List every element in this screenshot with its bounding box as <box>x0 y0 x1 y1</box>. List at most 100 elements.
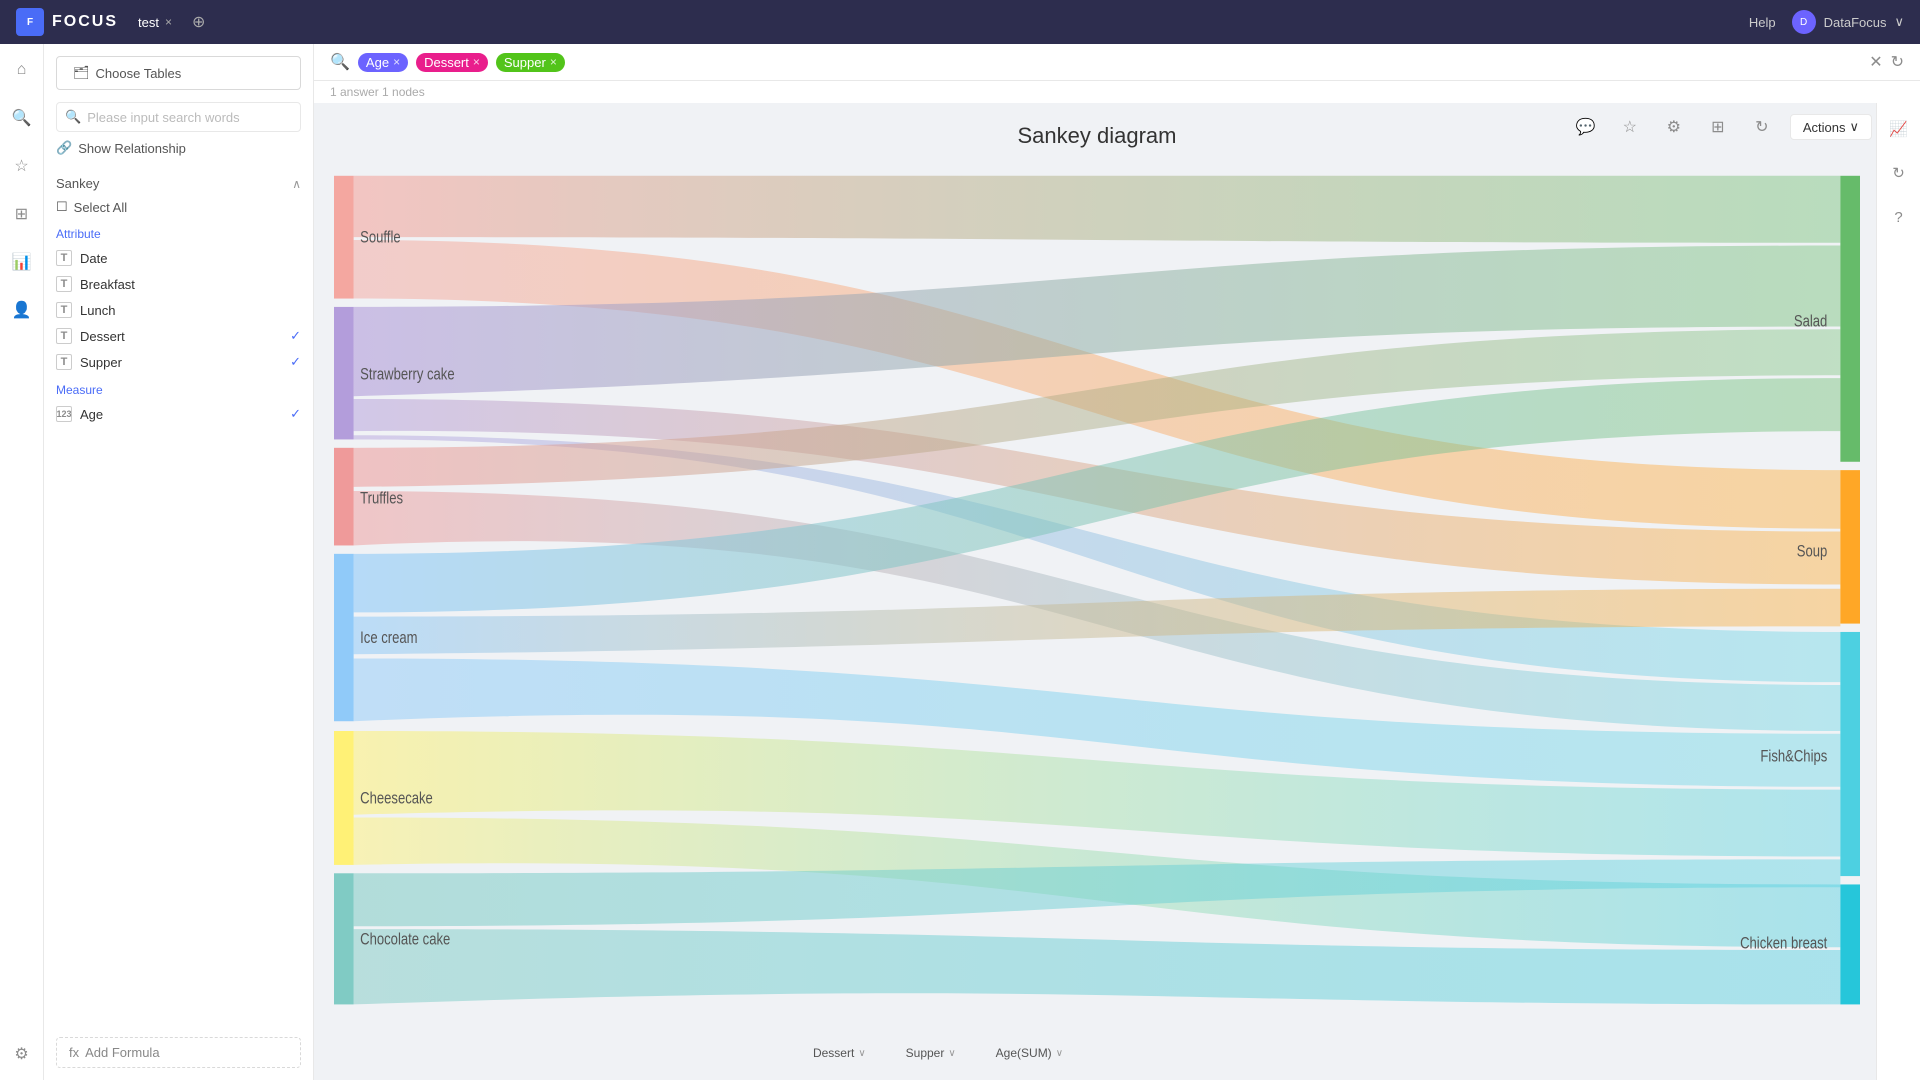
select-all-row[interactable]: ☐ Select All <box>44 195 313 219</box>
main-layout: ⌂ 🔍 ☆ ⊞ 📊 👤 ⚙ 🗂 Choose Tables 🔍 Please i… <box>0 44 1920 1080</box>
sidebar-icon-chart[interactable]: 📊 <box>8 248 36 276</box>
axis-dessert[interactable]: Dessert ∨ <box>813 1046 866 1060</box>
select-all-checkbox[interactable]: ☐ <box>56 199 68 215</box>
supper-check-icon: ✓ <box>290 354 301 370</box>
axis-supper[interactable]: Supper ∨ <box>906 1046 956 1060</box>
label-truffles: Truffles <box>360 489 403 508</box>
field-type-icon-supper: T <box>56 354 72 370</box>
toolbar-comment-icon[interactable]: 💬 <box>1570 111 1602 143</box>
flow-souffle-salad <box>354 176 1841 243</box>
top-nav: F FOCUS test × ⊕ Help D DataFocus ∨ <box>0 0 1920 44</box>
help-link[interactable]: Help <box>1749 15 1776 30</box>
measure-label: Measure <box>44 375 313 401</box>
label-fish-chips: Fish&Chips <box>1760 747 1827 766</box>
refresh-button[interactable]: ↻ <box>1891 52 1904 72</box>
actions-chevron-icon: ∨ <box>1849 119 1859 135</box>
sidebar-icon-star[interactable]: ☆ <box>8 152 36 180</box>
node-soup[interactable] <box>1840 470 1860 623</box>
attribute-label: Attribute <box>44 219 313 245</box>
node-souffle[interactable] <box>334 176 354 299</box>
axis-age-sum[interactable]: Age(SUM) ∨ <box>996 1046 1063 1060</box>
sidebar-icon-search[interactable]: 🔍 <box>8 104 36 132</box>
label-soup: Soup <box>1797 542 1828 561</box>
label-salad: Salad <box>1794 312 1827 331</box>
tab-test[interactable]: test × <box>130 11 180 34</box>
label-chicken-breast: Chicken breast <box>1740 934 1828 953</box>
supper-chevron-icon: ∨ <box>948 1048 955 1059</box>
label-cheesecake: Cheesecake <box>360 789 433 808</box>
sidebar-icon-home[interactable]: ⌂ <box>8 56 36 84</box>
bottom-axis-labels: Dessert ∨ Supper ∨ Age(SUM) ∨ <box>314 1046 1876 1060</box>
field-item-dessert[interactable]: T Dessert ✓ <box>44 323 313 349</box>
icon-sidebar: ⌂ 🔍 ☆ ⊞ 📊 👤 ⚙ <box>0 44 44 1080</box>
node-truffles[interactable] <box>334 448 354 546</box>
field-item-supper[interactable]: T Supper ✓ <box>44 349 313 375</box>
logo-area: F FOCUS <box>16 8 118 36</box>
field-search-box[interactable]: 🔍 Please input search words <box>56 102 301 132</box>
label-souffle: Souffle <box>360 228 400 247</box>
node-fish-chips[interactable] <box>1840 632 1860 876</box>
label-ice-cream: Ice cream <box>360 629 417 648</box>
filter-tag-supper[interactable]: Supper × <box>496 53 565 72</box>
sankey-container: Sankey diagram <box>314 103 1920 1080</box>
toolbar-settings-icon[interactable]: ⚙ <box>1658 111 1690 143</box>
node-chicken-breast[interactable] <box>1840 884 1860 1004</box>
side-refresh-icon[interactable]: ↻ <box>1885 159 1913 187</box>
toolbar-star-icon[interactable]: ☆ <box>1614 111 1646 143</box>
search-icon-btn[interactable]: 🔍 <box>330 52 350 72</box>
left-panel: 🗂 Choose Tables 🔍 Please input search wo… <box>44 44 314 1080</box>
field-type-icon-age: 123 <box>56 406 72 422</box>
remove-dessert-tag[interactable]: × <box>473 55 480 69</box>
age-chevron-icon: ∨ <box>1056 1048 1063 1059</box>
app-logo-text: FOCUS <box>52 13 118 31</box>
toolbar-table-icon[interactable]: ⊞ <box>1702 111 1734 143</box>
field-type-icon-date: T <box>56 250 72 266</box>
field-item-age[interactable]: 123 Age ✓ <box>44 401 313 427</box>
section-collapse-icon[interactable]: ∧ <box>292 177 301 191</box>
node-cheesecake[interactable] <box>334 731 354 865</box>
show-relationship-toggle[interactable]: 🔗 Show Relationship <box>56 140 301 156</box>
tab-add-button[interactable]: ⊕ <box>192 12 205 32</box>
field-item-date[interactable]: T Date <box>44 245 313 271</box>
field-type-icon-lunch: T <box>56 302 72 318</box>
filter-tag-age[interactable]: Age × <box>358 53 408 72</box>
user-chevron-icon: ∨ <box>1894 14 1904 30</box>
chart-toolbar: 💬 ☆ ⚙ ⊞ ↻ Actions ∨ <box>1570 111 1872 143</box>
link-icon: 🔗 <box>56 140 72 156</box>
side-icons: 📈 ↻ ? <box>1876 103 1920 1080</box>
field-item-lunch[interactable]: T Lunch <box>44 297 313 323</box>
side-help-icon[interactable]: ? <box>1885 203 1913 231</box>
sidebar-icon-grid[interactable]: ⊞ <box>8 200 36 228</box>
node-ice-cream[interactable] <box>334 554 354 721</box>
node-salad[interactable] <box>1840 176 1860 462</box>
section-title: Sankey <box>56 176 99 191</box>
dessert-check-icon: ✓ <box>290 328 301 344</box>
filter-tag-dessert[interactable]: Dessert × <box>416 53 488 72</box>
field-type-icon-dessert: T <box>56 328 72 344</box>
side-chart-line-icon[interactable]: 📈 <box>1885 115 1913 143</box>
right-content: 🔍 Age × Dessert × Supper × ✕ ↻ 1 answer … <box>314 44 1920 1080</box>
field-item-breakfast[interactable]: T Breakfast <box>44 271 313 297</box>
dessert-chevron-icon: ∨ <box>858 1048 865 1059</box>
sankey-section-header: Sankey ∧ <box>44 168 313 195</box>
label-strawberry-cake: Strawberry cake <box>360 365 454 384</box>
choose-tables-button[interactable]: 🗂 Choose Tables <box>56 56 301 90</box>
user-area[interactable]: D DataFocus ∨ <box>1792 10 1904 34</box>
field-type-icon-breakfast: T <box>56 276 72 292</box>
age-check-icon: ✓ <box>290 406 301 422</box>
search-icon: 🔍 <box>65 109 81 125</box>
logo-icon: F <box>16 8 44 36</box>
result-info: 1 answer 1 nodes <box>314 81 1920 103</box>
actions-button[interactable]: Actions ∨ <box>1790 114 1872 140</box>
user-avatar: D <box>1792 10 1816 34</box>
node-strawberry-cake[interactable] <box>334 307 354 440</box>
label-chocolate-cake: Chocolate cake <box>360 930 450 949</box>
toolbar-refresh-icon[interactable]: ↻ <box>1746 111 1778 143</box>
tab-close-icon[interactable]: × <box>165 15 172 29</box>
clear-search-button[interactable]: ✕ <box>1869 52 1882 72</box>
sidebar-icon-person[interactable]: 👤 <box>8 296 36 324</box>
remove-age-tag[interactable]: × <box>393 55 400 69</box>
search-bar: 🔍 Age × Dessert × Supper × ✕ ↻ <box>314 44 1920 81</box>
remove-supper-tag[interactable]: × <box>550 55 557 69</box>
node-chocolate-cake[interactable] <box>334 873 354 1004</box>
